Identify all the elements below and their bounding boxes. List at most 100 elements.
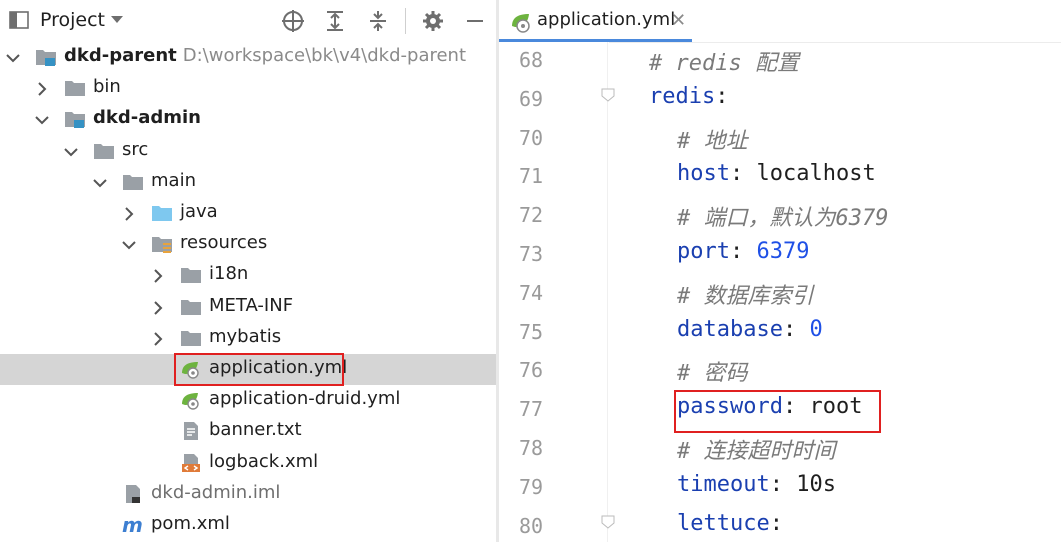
yaml-colon: : xyxy=(782,316,810,342)
chevron-right-icon[interactable] xyxy=(151,332,165,346)
line-number: 80 xyxy=(519,513,544,538)
tree-item-label: logback.xml xyxy=(209,450,319,472)
code-line: host: localhost xyxy=(677,161,876,186)
line-number: 75 xyxy=(519,319,544,344)
code-line: redis: xyxy=(649,84,728,109)
line-number: 71 xyxy=(519,164,544,189)
tree-item-dkd-admin[interactable]: dkd-admin xyxy=(0,104,496,135)
chevron-right-icon[interactable] xyxy=(35,82,49,96)
tree-item-label: application-druid.yml xyxy=(209,388,401,410)
yaml-comment: # 端口，默认为6379 xyxy=(677,206,889,232)
yaml-comment: # redis 配置 xyxy=(649,51,799,76)
yaml-key: lettuce xyxy=(677,510,770,536)
tree-item-main[interactable]: main xyxy=(0,167,496,198)
toolbar-divider xyxy=(405,8,406,34)
folder-icon xyxy=(180,297,202,317)
tree-item-label: mybatis xyxy=(209,325,282,347)
folder-icon xyxy=(180,265,202,285)
fold-marker-icon[interactable] xyxy=(601,88,615,102)
text-file-icon xyxy=(180,421,202,441)
fold-marker-icon[interactable] xyxy=(601,515,615,529)
yaml-key: host xyxy=(677,161,730,187)
project-view-title[interactable]: Project xyxy=(40,9,105,31)
tree-item-dkd-parent[interactable]: dkd-parent D:\workspace\bk\v4\dkd-parent xyxy=(0,42,496,73)
yaml-colon: : xyxy=(715,83,729,109)
tree-item-banner-txt[interactable]: banner.txt xyxy=(0,416,496,447)
tree-item-src[interactable]: src xyxy=(0,136,496,167)
chevron-down-icon[interactable] xyxy=(110,14,124,26)
tree-item-bin[interactable]: bin xyxy=(0,73,496,104)
tree-item-pom-xml[interactable]: m pom.xml xyxy=(0,510,496,541)
module-folder-icon xyxy=(35,47,57,67)
editor-tab-bar: application.yml ✕ xyxy=(499,0,1061,43)
tree-item-resources[interactable]: resources xyxy=(0,229,496,260)
tree-item-label: META-INF xyxy=(209,294,294,316)
project-toolbar: Project xyxy=(0,0,496,42)
locate-icon[interactable] xyxy=(281,9,305,33)
yaml-key: database xyxy=(677,316,783,342)
iml-file-icon xyxy=(122,484,144,504)
tree-item-label: src xyxy=(122,138,149,160)
folder-icon xyxy=(64,78,86,98)
tree-item-dkd-admin-iml[interactable]: dkd-admin.iml xyxy=(0,479,496,510)
yaml-value: 6379 xyxy=(756,239,810,264)
spring-yml-icon xyxy=(180,390,202,410)
yaml-colon: : xyxy=(769,510,783,536)
tab-application-yml[interactable]: application.yml ✕ xyxy=(499,0,692,42)
tree-item-i18n[interactable]: i18n xyxy=(0,260,496,291)
yaml-comment: # 密码 xyxy=(677,361,748,387)
chevron-down-icon[interactable] xyxy=(64,145,78,159)
gear-icon[interactable] xyxy=(421,9,445,33)
resources-folder-icon xyxy=(151,234,173,254)
code-line: # 密码 xyxy=(677,355,748,387)
tree-item-logback-xml[interactable]: logback.xml xyxy=(0,448,496,479)
yaml-key: timeout xyxy=(677,471,770,497)
minimize-icon[interactable] xyxy=(463,9,487,33)
tree-item-label: dkd-parent D:\workspace\bk\v4\dkd-parent xyxy=(64,45,467,66)
folder-icon xyxy=(122,172,144,192)
expand-all-icon[interactable] xyxy=(323,9,347,33)
chevron-right-icon[interactable] xyxy=(151,269,165,284)
chevron-right-icon[interactable] xyxy=(122,207,136,221)
yaml-comment: # 地址 xyxy=(677,128,748,154)
tree-item-label: main xyxy=(151,169,196,191)
folder-icon xyxy=(93,141,115,161)
svg-text:m: m xyxy=(122,515,143,535)
code-line: # 数据库索引 xyxy=(677,278,814,310)
yaml-key: redis xyxy=(649,83,716,109)
code-line: # 连接超时时间 xyxy=(677,433,836,465)
chevron-down-icon[interactable] xyxy=(35,113,49,127)
xml-file-icon xyxy=(180,453,202,473)
collapse-all-icon[interactable] xyxy=(366,9,390,33)
line-number: 68 xyxy=(519,48,544,72)
yaml-key: port xyxy=(677,239,730,264)
gutter-divider xyxy=(607,42,608,542)
tree-item-java[interactable]: java xyxy=(0,198,496,229)
line-number: 78 xyxy=(519,436,544,460)
yaml-value: 0 xyxy=(809,316,823,342)
line-number: 69 xyxy=(519,86,544,111)
yaml-value: 10s xyxy=(796,471,836,497)
tree-item-label: pom.xml xyxy=(151,513,230,534)
tree-item-application-druid-yml[interactable]: application-druid.yml xyxy=(0,385,496,416)
chevron-down-icon[interactable] xyxy=(6,51,20,65)
chevron-right-icon[interactable] xyxy=(151,300,165,315)
code-line: lettuce: xyxy=(677,511,783,536)
line-number-gutter: 68 69 70 71 72 73 74 75 76 77 78 79 80 xyxy=(499,42,609,542)
code-line: database: 0 xyxy=(677,317,823,342)
project-view-icon[interactable] xyxy=(9,11,29,29)
highlight-box xyxy=(174,353,344,386)
tree-item-meta-inf[interactable]: META-INF xyxy=(0,292,496,323)
yaml-value: localhost xyxy=(756,161,876,187)
chevron-down-icon[interactable] xyxy=(93,176,107,190)
chevron-down-icon[interactable] xyxy=(122,238,136,252)
tree-item-label: i18n xyxy=(209,263,249,285)
tree-item-mybatis[interactable]: mybatis xyxy=(0,323,496,354)
line-number: 77 xyxy=(519,397,544,422)
folder-icon xyxy=(180,328,202,348)
tree-item-label: banner.txt xyxy=(209,419,302,441)
project-path: D:\workspace\bk\v4\dkd-parent xyxy=(182,45,467,66)
close-icon[interactable]: ✕ xyxy=(671,10,686,31)
line-number: 70 xyxy=(519,125,544,150)
tree-item-label: bin xyxy=(93,76,121,98)
